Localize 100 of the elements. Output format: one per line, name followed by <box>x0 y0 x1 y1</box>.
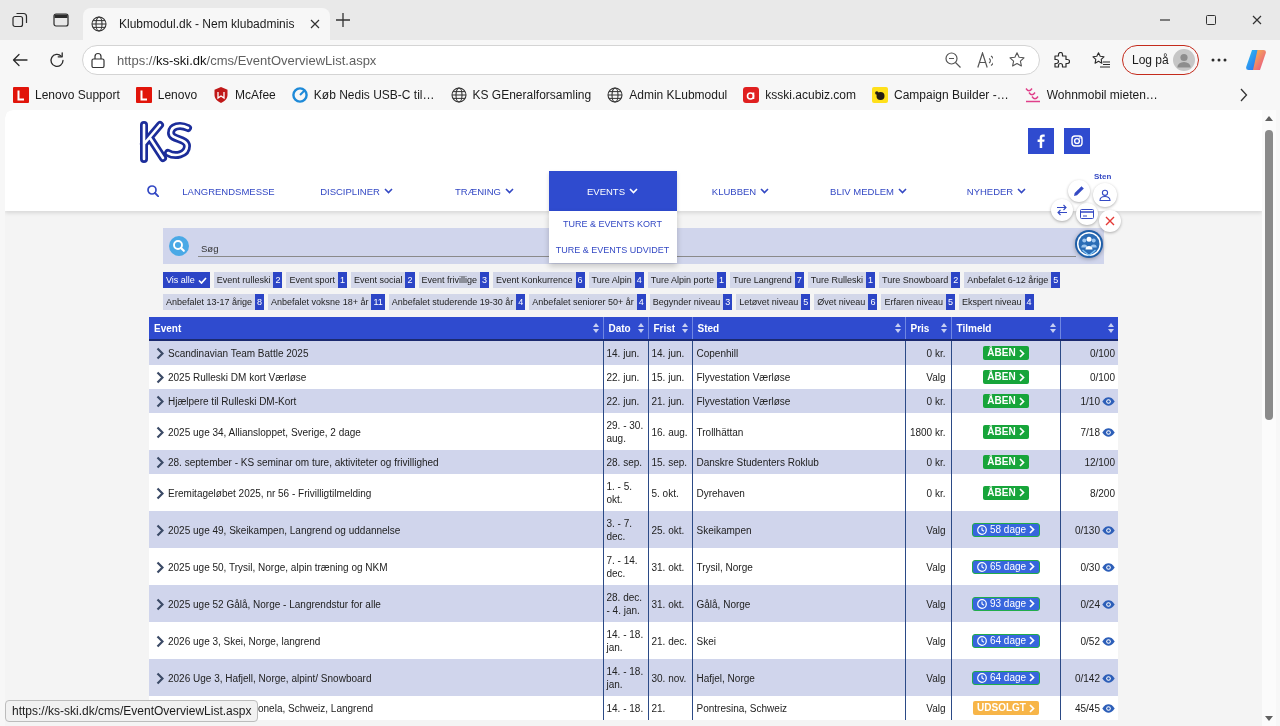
signup-button[interactable]: 65 dage <box>971 559 1041 574</box>
nav-link[interactable]: TRÆNING <box>420 171 549 211</box>
filter-tag[interactable]: Øvet niveau 6 <box>814 294 878 310</box>
bookmark-link[interactable]: KS GEneralforsamling <box>442 82 600 108</box>
eye-icon[interactable] <box>1102 636 1115 646</box>
column-header[interactable]: Tilmeld <box>951 317 1060 340</box>
swirl-icon[interactable] <box>1246 50 1266 70</box>
table-cell: 7. - 14. dec. <box>603 548 648 585</box>
column-header[interactable]: Dato <box>603 317 648 340</box>
filter-tag[interactable]: Begynder niveau 3 <box>649 294 733 310</box>
filter-tag[interactable]: Event sport 1 <box>286 272 347 288</box>
close-icon[interactable] <box>1252 15 1262 25</box>
puzzle-icon[interactable] <box>1054 52 1070 68</box>
chevron-right-icon[interactable] <box>156 371 164 384</box>
arrow-left-icon[interactable] <box>12 52 28 68</box>
zoom-out-icon[interactable] <box>945 52 961 68</box>
filter-count: 1 <box>865 272 875 288</box>
bookmark-link[interactable]: Admin KLubmodul <box>599 82 736 108</box>
filter-tag[interactable]: Ture Alpin porte 1 <box>647 272 727 288</box>
column-header[interactable]: Sted <box>692 317 905 340</box>
nav-link[interactable]: NYHEDER <box>932 171 1061 211</box>
eye-icon[interactable] <box>1102 673 1115 683</box>
signup-button[interactable]: 64 dage <box>971 633 1041 648</box>
filter-tag[interactable]: Ture Snowboard 2 <box>879 272 961 288</box>
chevron-right-icon[interactable] <box>1240 88 1248 102</box>
filter-tag[interactable]: Anbefalet 13-17 årige 8 <box>163 294 265 310</box>
facebook-icon[interactable] <box>1027 128 1054 154</box>
filter-tag[interactable]: Event social 2 <box>350 272 415 288</box>
eye-icon[interactable] <box>1102 599 1115 609</box>
eye-icon[interactable] <box>1102 562 1115 572</box>
eye-icon[interactable] <box>1102 397 1115 406</box>
filter-tag[interactable]: Erfaren niveau 5 <box>881 294 955 310</box>
read-aloud-icon[interactable] <box>977 52 993 68</box>
browser-tab[interactable]: Klubmodul.dk - Nem klubadminis <box>83 8 330 40</box>
column-header[interactable]: Frist <box>648 317 692 340</box>
filter-tag[interactable]: Vis alle <box>163 272 210 288</box>
chevron-right-icon[interactable] <box>156 597 164 611</box>
filter-tag[interactable]: Ekspert niveau 4 <box>958 294 1034 310</box>
clock-icon <box>976 561 987 572</box>
address-bar[interactable]: https://ks-ski.dk/cms/EventOverviewList.aspx <box>82 45 1040 75</box>
nav-link[interactable]: BLIV MEDLEM <box>804 171 933 211</box>
chevron-right-icon[interactable] <box>156 671 164 685</box>
chevron-right-icon[interactable] <box>156 486 164 500</box>
instagram-icon[interactable] <box>1063 128 1090 154</box>
bookmark-link[interactable]: Campaign Builder -… <box>864 82 1017 108</box>
column-header[interactable]: Event <box>149 317 603 340</box>
column-header[interactable]: Pris <box>905 317 951 340</box>
scrollbar-thumb[interactable] <box>1265 130 1273 420</box>
filter-tag[interactable]: Ture Rulleski 1 <box>807 272 875 288</box>
star-list-icon[interactable] <box>1092 52 1110 68</box>
signup-button[interactable]: 64 dage <box>971 670 1041 685</box>
bookmark-link[interactable]: ksski.acubiz.com <box>735 82 864 108</box>
eye-icon[interactable] <box>1102 525 1115 535</box>
filter-tag[interactable]: Ture Langrend 7 <box>730 272 804 288</box>
lock-icon[interactable] <box>91 52 105 68</box>
bookmark-link[interactable]: Wohnmobil mieten… <box>1016 82 1166 108</box>
bookmark-link[interactable]: McAfee <box>205 82 284 108</box>
signup-button[interactable]: 93 dage <box>971 596 1041 611</box>
bookmark-link[interactable]: Køb Nedis USB-C til… <box>283 82 443 108</box>
scrollbar[interactable] <box>1262 110 1276 726</box>
tab-actions-icon[interactable] <box>53 12 69 28</box>
filter-tag[interactable]: Anbefalet 6-12 årige 5 <box>964 272 1061 288</box>
star-icon[interactable] <box>1009 52 1025 68</box>
filter-tag[interactable]: Event Konkurrence 6 <box>493 272 585 288</box>
filter-tag[interactable]: Event frivillige 3 <box>418 272 490 288</box>
close-icon[interactable] <box>310 19 320 29</box>
eye-icon[interactable] <box>1102 427 1115 437</box>
club-logo[interactable] <box>138 120 193 164</box>
filter-tag[interactable]: Anbefalet seniorer 50+ år 4 <box>529 294 646 310</box>
plus-icon[interactable] <box>336 13 350 27</box>
filter-tag[interactable]: Event rulleski 2 <box>213 272 283 288</box>
chevron-right-icon[interactable] <box>156 523 164 537</box>
filter-tag[interactable]: Letøvet niveau 5 <box>736 294 811 310</box>
bookmark-link[interactable]: Lenovo <box>127 82 206 108</box>
bookmark-link[interactable]: Lenovo Support <box>5 82 128 108</box>
nav-link[interactable]: LANGRENDSMESSE <box>164 171 293 211</box>
nav-link[interactable]: DISCIPLINER <box>292 171 421 211</box>
chevron-right-icon[interactable] <box>156 425 164 439</box>
search-icon[interactable] <box>146 185 159 197</box>
people-badge-icon[interactable] <box>1075 230 1103 258</box>
eye-icon[interactable] <box>1102 704 1115 713</box>
nav-link[interactable]: KLUBBEN <box>676 171 805 211</box>
arrow-down-icon[interactable] <box>1265 716 1273 721</box>
workspaces-icon[interactable] <box>12 12 28 28</box>
chevron-right-icon[interactable] <box>156 347 164 360</box>
chevron-right-icon[interactable] <box>156 560 164 574</box>
chevron-right-icon[interactable] <box>156 456 164 469</box>
filter-tag[interactable]: Anbefalet voksne 18+ år 11 <box>268 294 385 310</box>
chevron-right-icon[interactable] <box>156 634 164 648</box>
more-icon[interactable] <box>1211 58 1227 62</box>
arrow-up-icon[interactable] <box>1265 116 1273 121</box>
filter-tag[interactable]: Anbefalet studerende 19-30 år 4 <box>388 294 526 310</box>
column-header[interactable] <box>1060 317 1118 340</box>
chevron-right-icon[interactable] <box>156 395 164 408</box>
filter-tag[interactable]: Ture Alpin 4 <box>588 272 644 288</box>
table-cell: Valg <box>905 365 951 389</box>
signup-button[interactable]: 58 dage <box>971 522 1041 537</box>
nav-link[interactable]: EVENTS <box>548 171 677 211</box>
maximize-icon[interactable] <box>1206 15 1216 25</box>
refresh-icon[interactable] <box>49 52 65 68</box>
